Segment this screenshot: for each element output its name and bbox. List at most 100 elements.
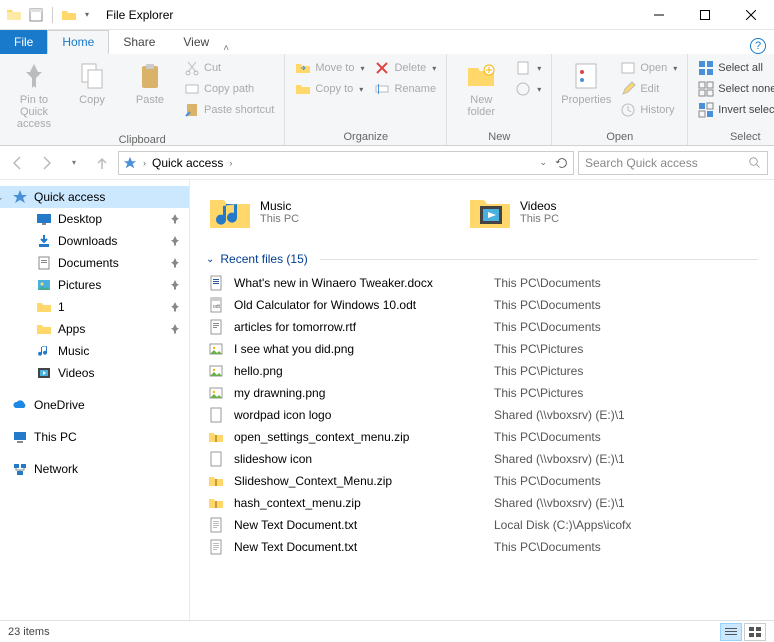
help-icon[interactable]: ? [750, 38, 766, 54]
nav-recent-dropdown[interactable]: ▾ [62, 151, 86, 175]
file-row[interactable]: I see what you did.pngThis PC\Pictures [200, 338, 764, 360]
nav-up-button[interactable] [90, 151, 114, 175]
properties-button[interactable]: Properties [558, 58, 614, 108]
paste-button[interactable]: Paste [122, 58, 178, 108]
ribbon-tabs: File Home Share View ˄ ? [0, 30, 774, 54]
view-thumbnails-button[interactable] [744, 623, 766, 641]
address-bar: ▾ › Quick access › ⌄ Search Quick access [0, 146, 774, 180]
qat-dropdown-icon[interactable]: ▾ [85, 10, 89, 19]
file-name: hello.png [234, 364, 494, 378]
file-row[interactable]: New Text Document.txtLocal Disk (C:)\App… [200, 514, 764, 536]
group-select-label: Select [694, 129, 774, 143]
history-icon [620, 102, 636, 118]
file-location: Local Disk (C:)\Apps\icofx [494, 518, 631, 532]
nav-desktop[interactable]: Desktop [0, 208, 189, 230]
qat-newfolder-icon[interactable] [61, 7, 77, 23]
file-row[interactable]: wordpad icon logoShared (\\vboxsrv) (E:)… [200, 404, 764, 426]
file-location: This PC\Documents [494, 430, 601, 444]
file-name: slideshow icon [234, 452, 494, 466]
nav-quick-access[interactable]: ⌄Quick access [0, 186, 189, 208]
select-all-button[interactable]: Select all [694, 58, 774, 78]
new-item-button[interactable]: ▾ [511, 58, 545, 78]
tab-view[interactable]: View [169, 30, 223, 54]
nav-forward-button[interactable] [34, 151, 58, 175]
downloads-icon [36, 233, 52, 249]
file-row[interactable]: odtOld Calculator for Windows 10.odtThis… [200, 294, 764, 316]
paste-shortcut-button[interactable]: Paste shortcut [180, 100, 278, 120]
file-icon [208, 385, 224, 401]
address-input[interactable]: › Quick access › ⌄ [118, 151, 574, 175]
nav-onedrive[interactable]: ›OneDrive [0, 394, 189, 416]
file-location: This PC\Pictures [494, 386, 583, 400]
file-row[interactable]: hello.pngThis PC\Pictures [200, 360, 764, 382]
file-icon [208, 341, 224, 357]
nav-pictures[interactable]: Pictures [0, 274, 189, 296]
breadcrumb-root[interactable]: Quick access [152, 156, 223, 170]
file-row[interactable]: New Text Document.txtThis PC\Documents [200, 536, 764, 558]
pin-icon [169, 235, 181, 247]
history-button[interactable]: History [616, 100, 681, 120]
music-folder-icon [208, 190, 252, 234]
file-row[interactable]: articles for tomorrow.rtfThis PC\Documen… [200, 316, 764, 338]
file-name: wordpad icon logo [234, 408, 494, 422]
address-dropdown-icon[interactable]: ⌄ [537, 157, 549, 168]
copy-button[interactable]: Copy [64, 58, 120, 108]
tab-share[interactable]: Share [109, 30, 169, 54]
pin-quick-access-button[interactable]: Pin to Quick access [6, 58, 62, 132]
edit-button[interactable]: Edit [616, 79, 681, 99]
nav-folder-1[interactable]: 1 [0, 296, 189, 318]
file-name: open_settings_context_menu.zip [234, 430, 494, 444]
edit-icon [620, 81, 636, 97]
nav-music[interactable]: Music [0, 340, 189, 362]
ribbon-collapse-icon[interactable]: ˄ [223, 43, 229, 54]
folder-icon [36, 321, 52, 337]
copy-to-button[interactable]: Copy to▾ [291, 79, 368, 99]
file-row[interactable]: my drawning.pngThis PC\Pictures [200, 382, 764, 404]
nav-downloads[interactable]: Downloads [0, 230, 189, 252]
file-row[interactable]: slideshow iconShared (\\vboxsrv) (E:)\1 [200, 448, 764, 470]
delete-button[interactable]: Delete▾ [370, 58, 440, 78]
nav-documents[interactable]: Documents [0, 252, 189, 274]
select-none-button[interactable]: Select none [694, 79, 774, 99]
file-location: Shared (\\vboxsrv) (E:)\1 [494, 452, 625, 466]
view-details-button[interactable] [720, 623, 742, 641]
select-all-icon [698, 60, 714, 76]
qat-properties-icon[interactable] [28, 7, 44, 23]
chevron-right-icon[interactable]: › [227, 158, 234, 168]
music-icon [36, 343, 52, 359]
nav-this-pc[interactable]: ›This PC [0, 426, 189, 448]
recent-files-header[interactable]: ⌄ Recent files (15) [200, 238, 764, 272]
tab-home[interactable]: Home [47, 30, 109, 54]
nav-folder-apps[interactable]: Apps [0, 318, 189, 340]
copy-path-button[interactable]: Copy path [180, 79, 278, 99]
nav-back-button[interactable] [6, 151, 30, 175]
file-row[interactable]: hash_context_menu.zipShared (\\vboxsrv) … [200, 492, 764, 514]
folder-tile-music[interactable]: MusicThis PC [208, 190, 428, 234]
move-to-button[interactable]: Move to▾ [291, 58, 368, 78]
refresh-icon[interactable] [555, 156, 569, 170]
nav-network[interactable]: ›Network [0, 458, 189, 480]
cut-button[interactable]: Cut [180, 58, 278, 78]
open-button[interactable]: Open▾ [616, 58, 681, 78]
minimize-button[interactable] [636, 0, 682, 30]
file-icon [208, 275, 224, 291]
cut-icon [184, 60, 200, 76]
file-row[interactable]: open_settings_context_menu.zipThis PC\Do… [200, 426, 764, 448]
new-folder-button[interactable]: New folder [453, 58, 509, 120]
close-button[interactable] [728, 0, 774, 30]
new-item-icon [515, 60, 531, 76]
maximize-button[interactable] [682, 0, 728, 30]
search-input[interactable]: Search Quick access [578, 151, 768, 175]
file-row[interactable]: What's new in Winaero Tweaker.docxThis P… [200, 272, 764, 294]
desktop-icon [36, 211, 52, 227]
file-icon [208, 407, 224, 423]
rename-button[interactable]: Rename [370, 79, 440, 99]
chevron-right-icon[interactable]: › [141, 158, 148, 168]
easy-access-button[interactable]: ▾ [511, 79, 545, 99]
file-row[interactable]: Slideshow_Context_Menu.zipThis PC\Docume… [200, 470, 764, 492]
invert-selection-button[interactable]: Invert selection [694, 100, 774, 120]
nav-videos[interactable]: Videos [0, 362, 189, 384]
folder-tile-videos[interactable]: VideosThis PC [468, 190, 688, 234]
pin-icon [169, 213, 181, 225]
tab-file[interactable]: File [0, 30, 47, 54]
